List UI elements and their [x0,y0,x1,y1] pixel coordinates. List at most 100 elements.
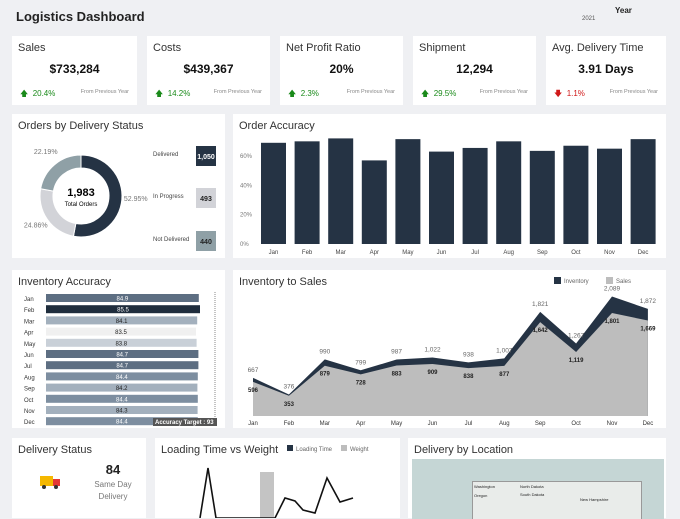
accuracy-bar [395,139,421,244]
accuracy-bar [597,148,622,244]
x-tick: Jan [248,421,258,427]
x-tick: Jul [471,250,479,256]
y-tick: 60% [240,154,253,160]
map-label: New Hampshire [580,497,609,502]
accuracy-bar [429,151,454,244]
order-accuracy-card: Order Accuracy 0% 20% 40% 60% Jan Feb Mar Apr Ma… [233,114,666,258]
delivery-by-location-card: Delivery by Location Washington Oregon N… [408,438,666,519]
accuracy-bar [328,138,354,244]
slice-percent: 52.95% [124,196,148,203]
same-day-count: 84 [105,462,121,477]
kpi-change-value: 29.5% [433,89,457,98]
kpi-label: Shipment [419,42,466,54]
bar-value: 84.7 [116,364,128,370]
month-label: Jun [24,353,34,359]
arrow-up-icon: 🡅 [20,89,29,98]
card-title: Delivery by Location [414,444,514,456]
total-orders-value: 1,983 [67,187,95,199]
x-tick: Mar [320,421,330,427]
accuracy-bar [294,141,320,244]
x-tick: Apr [370,250,379,256]
x-tick: Nov [607,421,618,427]
kpi-note: From Previous Year [479,89,528,95]
year-filter-value[interactable]: 2021 [582,16,595,22]
y-tick: 0% [240,242,249,248]
inventory-accuracy-card: Inventory Accuracy Jan 84.9 Feb 85.5 Mar 84.1… [12,270,225,428]
x-tick: May [402,250,413,256]
bar-value: 84.4 [116,397,128,403]
map[interactable]: Washington Oregon North Dakota South Dak… [412,459,664,519]
truck-icon [40,476,60,489]
kpi-note: From Previous Year [213,89,262,95]
bar-value: 84.9 [117,297,129,303]
inventory-to-sales-card: Inventory to Sales Jan 667 596 Feb 376 353 Mar… [233,270,666,428]
legend-weight: Weight [350,447,369,453]
legend-swatch-weight [341,445,347,451]
kpi-card-shipment: Shipment 12,294 🡅 29.5% From Previous Year [413,36,536,105]
kpi-value: $439,367 [183,62,234,76]
accuracy-bar [361,160,387,244]
slice-percent: 22.19% [34,149,58,156]
y-tick: 40% [240,183,253,189]
orders-by-status-card: Orders by Delivery Status 52.95% Delivere… [12,114,225,258]
x-tick: Sep [535,421,546,427]
month-label: Oct [24,398,34,404]
kpi-change-value: 20.4% [32,89,56,98]
accuracy-bar [261,142,286,244]
bar-value: 85.5 [117,308,129,314]
kpi-card-net-profit-ratio: Net Profit Ratio 20% 🡅 2.3% From Previous Y… [280,36,403,105]
kpi-change-value: 14.2% [167,89,191,98]
kpi-change: 🡅 20.4% [20,88,55,102]
status-label: Not Delivered [153,237,189,243]
order-accuracy-chart: 0% 20% 40% 60% Jan Feb Mar Apr May Jun Jul Aug Sep Oc… [240,138,656,256]
bar-value: 84.4 [116,375,128,381]
x-tick: Aug [503,250,514,256]
map-label: Oregon [474,493,488,498]
status-value: 1,050 [197,154,215,161]
accuracy-bar [496,141,522,244]
sales-label: 877 [499,372,510,378]
x-tick: Nov [604,250,615,256]
bar-value: 83.8 [115,341,127,347]
total-orders-label: Total Orders [65,202,98,208]
delivery-status-card: Delivery Status 84 Same Day Delivery [12,438,146,518]
inventory-label: 799 [355,359,366,366]
status-value: 493 [200,196,212,203]
sales-label: 883 [392,371,403,377]
x-tick: Aug [499,421,510,427]
donut-chart: 52.95% Delivered 1,050 24.86% In Progress 493… [24,146,216,251]
loading-time-card: Loading Time vs Weight Loading Time Weig… [155,438,400,518]
arrow-up-icon: 🡅 [288,89,297,98]
sales-label: 728 [356,380,367,386]
x-tick: May [391,421,402,427]
sales-label: 879 [320,372,331,378]
sales-label: 1,669 [640,327,656,333]
sales-label: 596 [248,388,259,394]
kpi-change-value: 2.3% [300,89,319,98]
inventory-label: 1,267 [568,333,585,340]
sales-label: 1,801 [604,319,620,325]
bar-value: 83.5 [115,330,127,336]
status-value: 440 [200,239,212,246]
kpi-label: Net Profit Ratio [286,42,361,54]
month-label: Apr [24,331,33,337]
kpi-note: From Previous Year [80,89,129,95]
kpi-note: From Previous Year [346,89,395,95]
kpi-change: 🡅 29.5% [421,88,456,102]
inventory-label: 667 [248,367,259,374]
month-label: Nov [24,409,35,415]
kpi-value: $733,284 [49,62,100,76]
x-tick: Apr [356,421,365,427]
inventory-label: 938 [463,351,474,358]
sales-label: 1,642 [533,328,549,334]
same-day-label: Same Day [94,480,132,489]
inventory-label: 1,007 [496,347,513,354]
inventory-to-sales-chart: Jan 667 596 Feb 376 353 Mar 990 879 Apr 799 728 May 9… [248,277,656,427]
same-day-label-2: Delivery [98,492,128,501]
x-tick: Jun [428,421,438,427]
slice-percent: 24.86% [24,222,48,229]
loading-time-line [199,467,354,518]
kpi-change: 🡅 14.2% [155,88,190,102]
arrow-down-icon: 🡇 [554,89,563,98]
month-label: Dec [24,420,35,426]
